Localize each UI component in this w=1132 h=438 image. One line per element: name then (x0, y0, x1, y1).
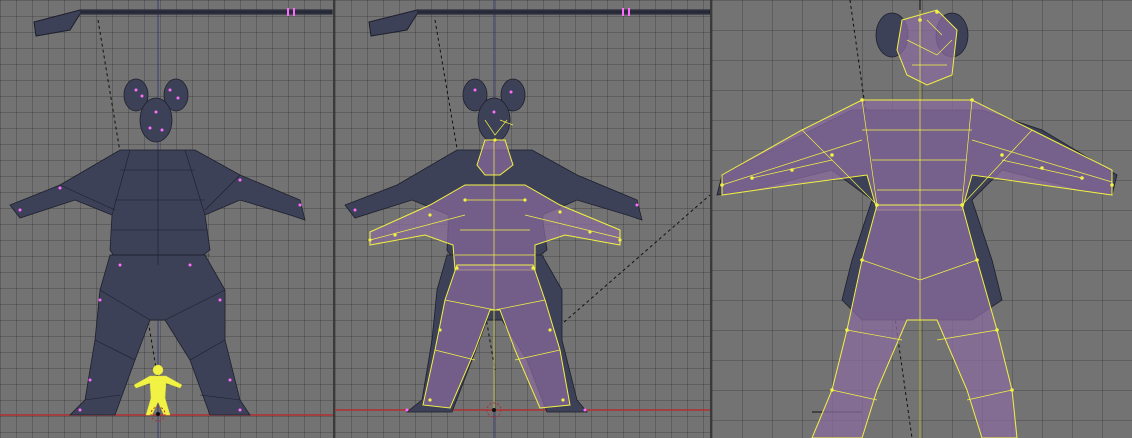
viewport-right[interactable] (712, 0, 1132, 438)
viewport-middle[interactable] (335, 0, 710, 438)
camera-icon[interactable] (368, 8, 710, 37)
selected-mesh[interactable] (721, 9, 1113, 438)
camera-icon[interactable] (33, 8, 333, 37)
viewport-middle-scene (335, 0, 710, 438)
viewport-right-scene (716, 0, 1118, 438)
viewport-strip (0, 0, 1132, 438)
viewport-left-scene (0, 0, 333, 438)
viewport-left[interactable] (0, 0, 333, 438)
